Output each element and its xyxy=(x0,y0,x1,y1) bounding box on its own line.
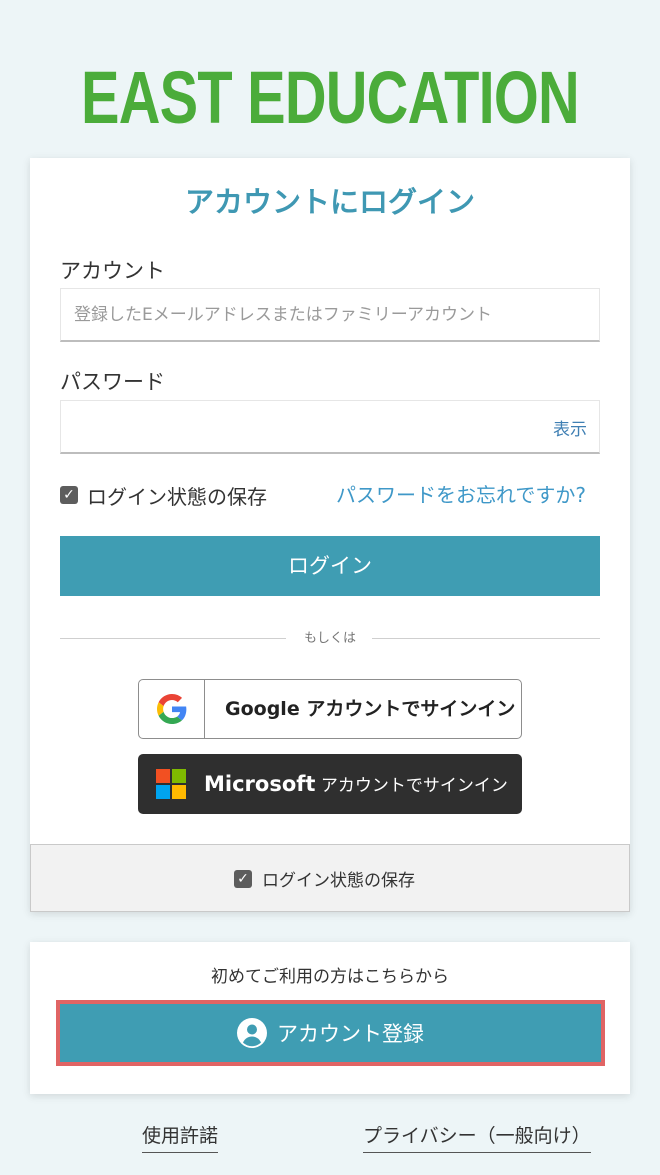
check-icon: ✓ xyxy=(234,869,252,888)
terms-link[interactable]: 使用許諾 xyxy=(142,1121,219,1153)
google-icon-box xyxy=(139,680,205,738)
microsoft-logo-icon xyxy=(156,769,186,799)
remember-checkbox[interactable]: ✓ ログイン状態の保存 xyxy=(60,482,267,509)
register-button[interactable]: アカウント登録 xyxy=(56,1000,605,1066)
account-input[interactable] xyxy=(60,288,600,342)
microsoft-signin-label: Microsoft アカウントでサインイン xyxy=(204,754,508,814)
account-label: アカウント xyxy=(60,259,165,283)
privacy-link[interactable]: プライバシー（一般向け） xyxy=(363,1121,591,1153)
footer-remember-checkbox[interactable]: ✓ ログイン状態の保存 xyxy=(234,866,415,891)
google-g-icon xyxy=(157,694,187,724)
google-signin-label: Google アカウントでサインイン xyxy=(225,698,516,720)
footer-remember-label: ログイン状態の保存 xyxy=(262,871,415,891)
microsoft-signin-button[interactable]: Microsoft アカウントでサインイン xyxy=(138,754,522,814)
register-button-content: アカウント登録 xyxy=(60,1004,601,1062)
login-button[interactable]: ログイン xyxy=(60,536,600,596)
password-label: パスワード xyxy=(60,370,165,394)
user-circle-icon xyxy=(237,1018,267,1048)
microsoft-suffix-text: アカウントでサインイン xyxy=(315,776,508,796)
password-input[interactable] xyxy=(60,400,600,454)
remember-footer-strip: ✓ ログイン状態の保存 xyxy=(30,844,630,912)
divider-text: もしくは xyxy=(303,631,356,646)
show-password-button[interactable]: 表示 xyxy=(553,415,587,440)
brand-logo: EAST EDUCATION xyxy=(81,56,580,139)
forgot-password-link[interactable]: パスワードをお忘れですか? xyxy=(336,479,586,508)
register-card: 初めてご利用の方はこちらから アカウント登録 xyxy=(30,942,630,1094)
login-card: アカウントにログイン アカウント パスワード 表示 ✓ ログイン状態の保存 パス… xyxy=(30,158,630,912)
register-prompt: 初めてご利用の方はこちらから xyxy=(211,967,449,987)
google-signin-button[interactable]: Google アカウントでサインイン xyxy=(138,679,522,739)
register-label: アカウント登録 xyxy=(277,1022,424,1046)
login-title: アカウントにログイン xyxy=(184,185,475,219)
divider-line-right xyxy=(372,638,600,639)
check-icon: ✓ xyxy=(60,486,78,504)
microsoft-brand-text: Microsoft xyxy=(204,772,316,796)
remember-label: ログイン状態の保存 xyxy=(87,484,267,509)
